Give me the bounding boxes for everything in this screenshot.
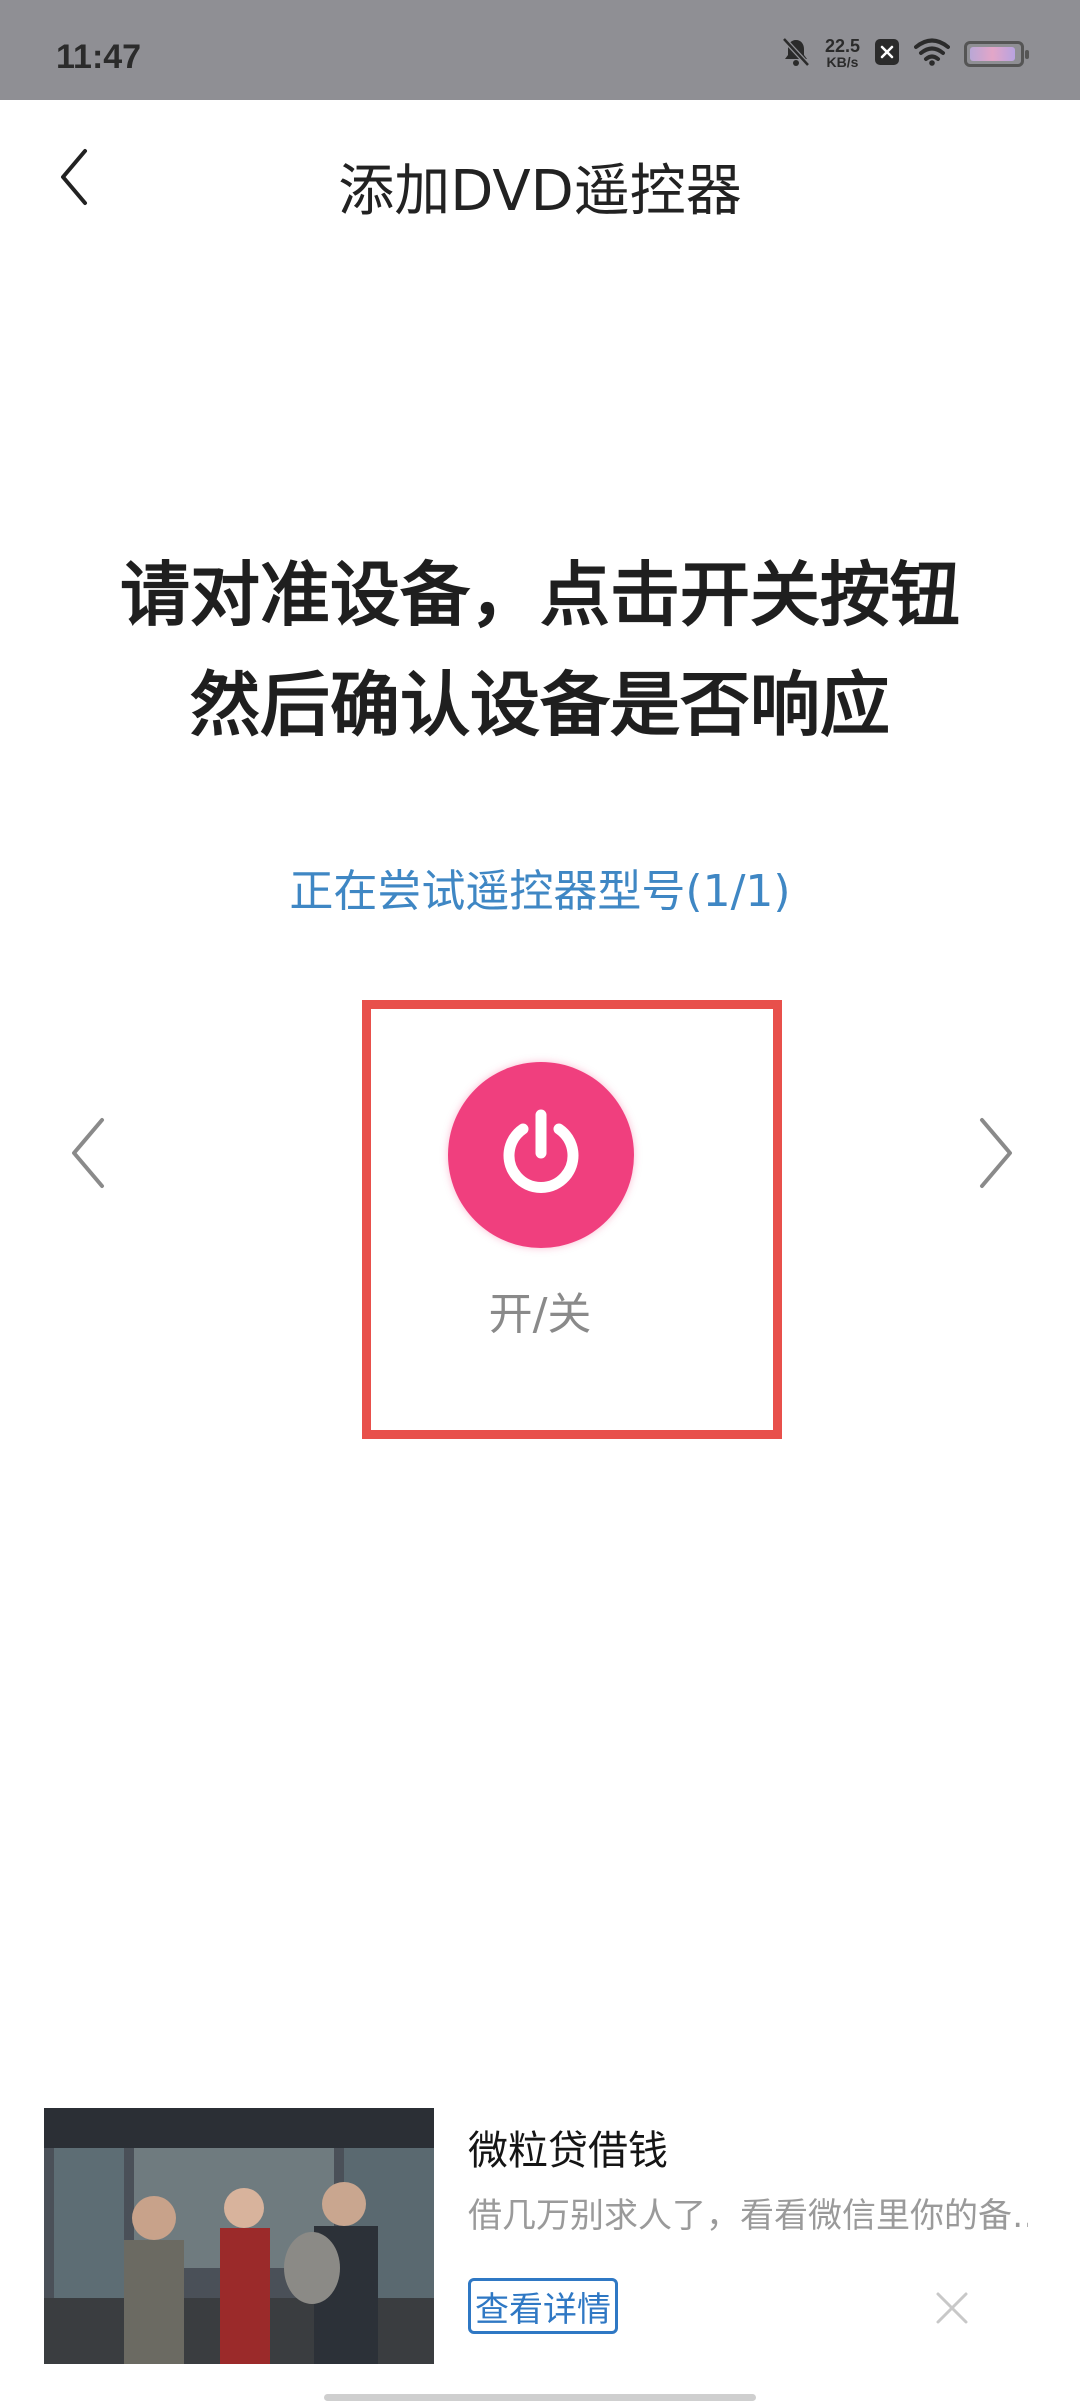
power-label: 开/关 <box>488 1289 592 1340</box>
status-bar: 11:47 22.5 KB/s <box>0 0 1080 100</box>
ad-close-button[interactable] <box>930 2286 974 2330</box>
trying-model-text: 正在尝试遥控器型号(1/1) <box>289 866 791 917</box>
network-speed-value: 22.5 <box>824 36 860 56</box>
home-indicator[interactable] <box>324 2394 756 2401</box>
instruction-line-1: 请对准设备，点击开关按钮 <box>120 554 960 636</box>
next-model-button[interactable] <box>966 1115 1026 1195</box>
previous-model-button[interactable] <box>58 1115 118 1195</box>
chevron-right-icon <box>976 1116 1016 1194</box>
network-speed: 22.5 KB/s <box>824 36 860 70</box>
ad-details-button[interactable]: 查看详情 <box>468 2278 618 2334</box>
chevron-left-icon <box>68 1116 108 1194</box>
network-speed-unit: KB/s <box>826 54 859 70</box>
close-icon <box>930 2292 974 2334</box>
power-button[interactable] <box>448 1062 634 1248</box>
ad-title: 微粒贷借钱 <box>468 2128 668 2174</box>
battery-icon <box>964 41 1029 67</box>
notification-x-icon <box>874 38 900 70</box>
instruction-line-2: 然后确认设备是否响应 <box>190 664 890 746</box>
nav-bar: 添加DVD遥控器 <box>0 100 1080 260</box>
ad-thumbnail[interactable] <box>44 2108 434 2364</box>
power-icon <box>491 1103 591 1207</box>
status-icons: 22.5 KB/s <box>781 36 1029 72</box>
status-time: 11:47 <box>56 38 142 76</box>
ad-banner[interactable]: 微粒贷借钱 借几万别求人了，看看微信里你的备… 查看详情 <box>44 2108 1040 2364</box>
wifi-icon <box>914 38 950 70</box>
instruction-text: 请对准设备，点击开关按钮 然后确认设备是否响应 <box>0 540 1080 760</box>
page-title: 添加DVD遥控器 <box>338 159 742 224</box>
bell-off-icon <box>781 36 811 72</box>
ad-description: 借几万别求人了，看看微信里你的备… <box>468 2196 1028 2236</box>
